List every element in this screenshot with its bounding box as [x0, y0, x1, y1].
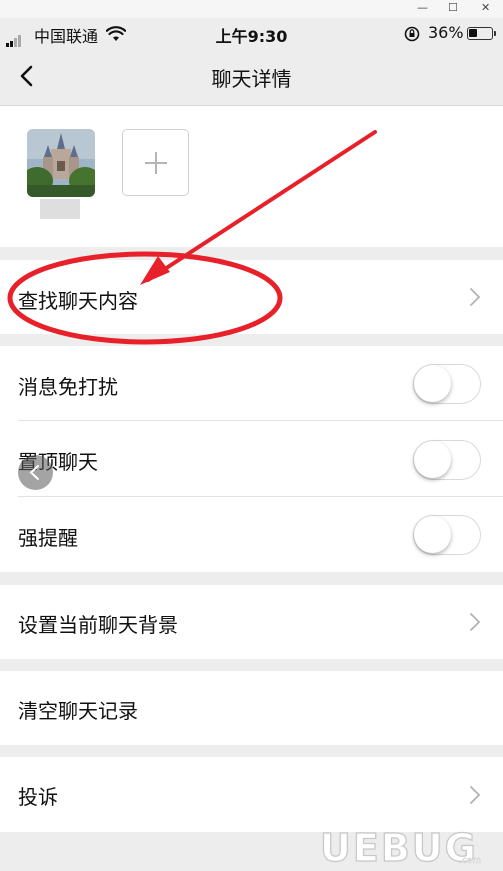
minimize-icon[interactable]: — — [417, 0, 428, 16]
strong-reminder-toggle[interactable] — [413, 515, 481, 555]
close-icon[interactable]: ✕ — [481, 0, 490, 16]
watermark-domain: .com — [459, 856, 482, 866]
window-controls: — ☐ ✕ — [0, 0, 503, 18]
avatar-name-redacted — [40, 199, 80, 219]
clear-chat-history-label: 清空聊天记录 — [18, 699, 138, 723]
find-chat-content-label: 查找聊天内容 — [18, 289, 138, 313]
page-title: 聊天详情 — [211, 67, 292, 91]
castle-photo-icon — [27, 129, 95, 197]
divider — [18, 496, 503, 497]
set-chat-background-label: 设置当前聊天背景 — [18, 613, 178, 637]
complain-label: 投诉 — [18, 785, 58, 809]
chevron-right-icon — [470, 786, 481, 804]
complain-item[interactable]: 投诉 — [0, 757, 503, 832]
mute-notifications-toggle[interactable] — [413, 364, 481, 404]
rotation-lock-icon — [404, 26, 420, 42]
chevron-right-icon — [470, 613, 481, 631]
find-chat-content-item[interactable]: 查找聊天内容 — [0, 260, 503, 334]
floating-back-button[interactable] — [18, 455, 53, 490]
watermark-logo: UEBUG — [319, 825, 478, 870]
toggle-knob — [414, 516, 451, 553]
strong-reminder-label: 强提醒 — [18, 526, 78, 550]
toggle-settings-group: 消息免打扰 置顶聊天 强提醒 — [0, 346, 503, 572]
set-chat-background-item[interactable]: 设置当前聊天背景 — [0, 585, 503, 659]
add-member-button[interactable] — [122, 129, 189, 196]
chevron-left-icon — [29, 465, 39, 480]
maximize-icon[interactable]: ☐ — [448, 0, 458, 16]
pin-chat-toggle[interactable] — [413, 440, 481, 480]
member-section — [0, 106, 503, 247]
avatar[interactable] — [27, 129, 95, 197]
mute-notifications-label: 消息免打扰 — [18, 375, 118, 399]
toggle-knob — [414, 365, 451, 402]
status-bar: 中国联通 上午9:30 36% — [0, 18, 503, 48]
battery-icon — [467, 27, 496, 40]
toggle-knob — [414, 441, 451, 478]
navigation-bar: 聊天详情 — [0, 48, 503, 106]
battery-percentage: 36% — [428, 23, 464, 42]
clear-chat-history-item[interactable]: 清空聊天记录 — [0, 671, 503, 745]
chevron-right-icon — [470, 288, 481, 306]
divider — [18, 420, 503, 421]
